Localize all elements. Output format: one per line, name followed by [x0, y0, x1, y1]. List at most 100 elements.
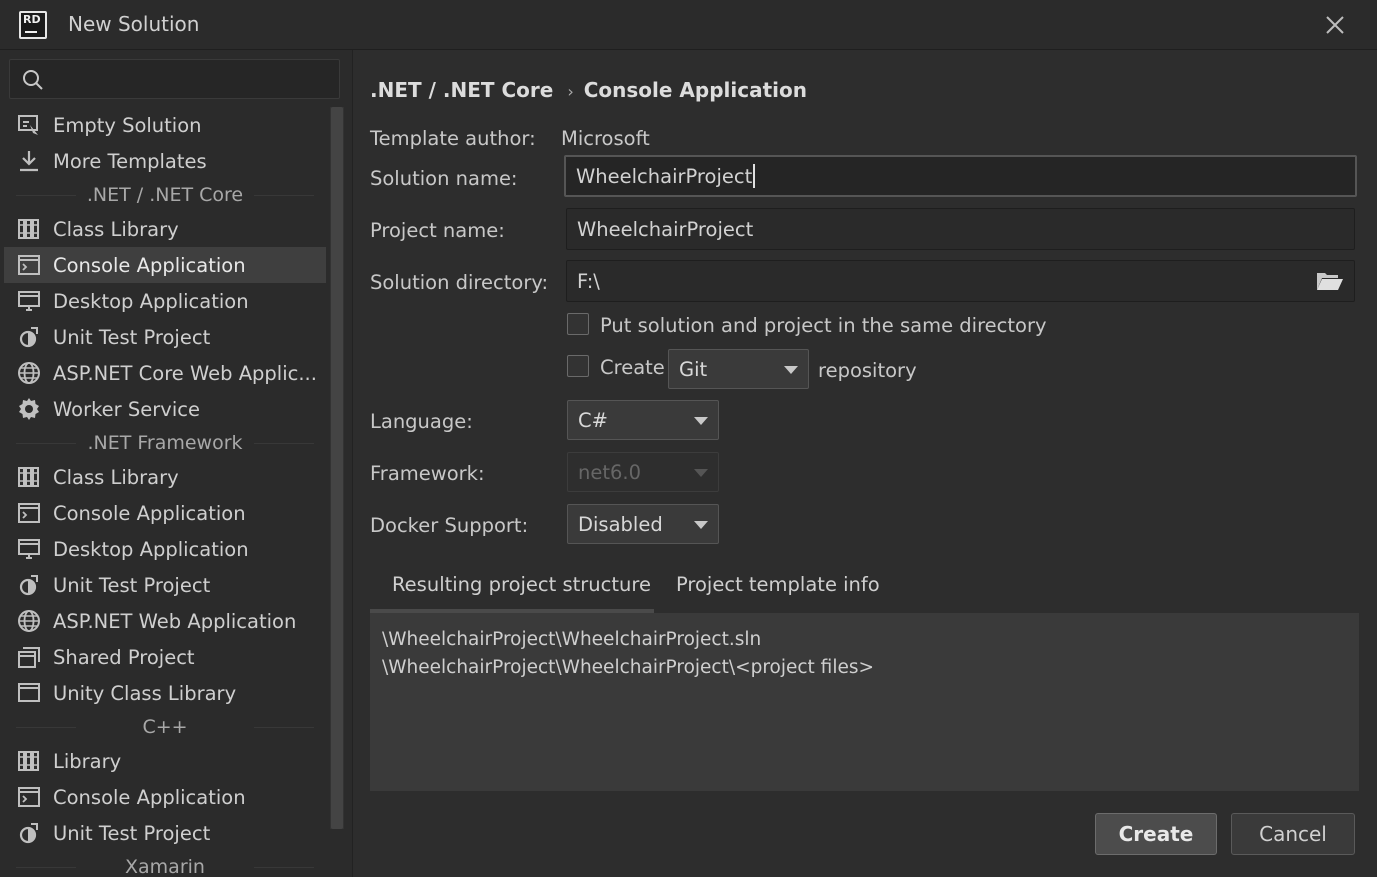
sidebar-item-more-templates[interactable]: More Templates	[4, 143, 326, 179]
sidebar-item-class-library[interactable]: Class Library	[4, 459, 326, 495]
template-sidebar: Empty Solution More Templates .NET / .NET …	[0, 50, 353, 877]
close-icon[interactable]	[1318, 8, 1352, 42]
language-value: C#	[578, 408, 608, 432]
sidebar-item-label: Console Application	[53, 253, 246, 277]
sidebar-item-empty-solution[interactable]: Empty Solution	[4, 107, 326, 143]
sidebar-item-label: Unity Class Library	[53, 681, 237, 705]
language-label: Language:	[370, 410, 473, 433]
sidebar-item-worker-service[interactable]: Worker Service	[4, 391, 326, 427]
solution-name-field[interactable]: WheelchairProject	[564, 155, 1357, 197]
chevron-down-icon	[784, 366, 798, 374]
sidebar-item-label: Unit Test Project	[53, 821, 211, 845]
sidebar-item-unit-test-project[interactable]: Unit Test Project	[4, 567, 326, 603]
window-title: New Solution	[68, 12, 200, 36]
window-icon	[16, 680, 42, 706]
sidebar-item-label: Empty Solution	[53, 113, 202, 137]
same-directory-checkbox[interactable]	[567, 313, 589, 335]
project-structure-panel: \WheelchairProject\WheelchairProject.sln…	[370, 613, 1359, 791]
search-box[interactable]	[9, 59, 340, 99]
vcs-dropdown[interactable]: Git	[668, 349, 809, 389]
create-repo-label: Create	[600, 356, 665, 379]
download-icon	[16, 148, 42, 174]
sidebar-item-asp-net-web-application[interactable]: ASP.NET Web Application	[4, 603, 326, 639]
chevron-down-icon	[694, 417, 708, 425]
docker-support-label: Docker Support:	[370, 514, 529, 537]
title-bar: RD New Solution	[0, 0, 1377, 50]
breadcrumb-parent: .NET / .NET Core	[370, 78, 554, 102]
group-header: .NET Framework	[4, 427, 326, 459]
unit-test-icon	[16, 324, 42, 350]
group-header-label: C++	[136, 716, 194, 738]
template-author-label: Template author:	[370, 127, 536, 150]
sidebar-item-label: Desktop Application	[53, 537, 249, 561]
sidebar-item-desktop-application[interactable]: Desktop Application	[4, 283, 326, 319]
sidebar-item-console-application[interactable]: Console Application	[4, 247, 326, 283]
sidebar-item-label: Worker Service	[53, 397, 200, 421]
tab-template-info[interactable]: Project template info	[676, 573, 880, 596]
desktop-icon	[16, 536, 42, 562]
framework-dropdown: net6.0	[567, 452, 719, 492]
solution-name-label: Solution name:	[370, 167, 518, 190]
chevron-down-icon	[694, 469, 708, 477]
cancel-button[interactable]: Cancel	[1231, 813, 1355, 855]
sidebar-item-label: Unit Test Project	[53, 325, 211, 349]
sidebar-item-label: Class Library	[53, 465, 179, 489]
sidebar-item-console-application[interactable]: Console Application	[4, 495, 326, 531]
language-dropdown[interactable]: C#	[567, 400, 719, 440]
unit-test-icon	[16, 820, 42, 846]
breadcrumb-separator: ›	[567, 82, 574, 101]
sidebar-scrollbar[interactable]	[330, 107, 344, 829]
globe-icon	[16, 360, 42, 386]
console-icon	[16, 500, 42, 526]
docker-support-value: Disabled	[578, 512, 663, 536]
rider-logo-icon: RD	[19, 11, 47, 39]
repository-label: repository	[818, 359, 917, 382]
console-icon	[16, 252, 42, 278]
group-header: C++	[4, 711, 326, 743]
template-author-value: Microsoft	[561, 127, 650, 150]
create-repo-checkbox[interactable]	[567, 355, 589, 377]
project-name-label: Project name:	[370, 219, 505, 242]
tab-resulting-structure[interactable]: Resulting project structure	[392, 573, 651, 596]
class-library-icon	[16, 748, 42, 774]
sidebar-item-label: Desktop Application	[53, 289, 249, 313]
solution-directory-label: Solution directory:	[370, 271, 549, 294]
sidebar-item-label: Library	[53, 749, 122, 773]
framework-value: net6.0	[578, 460, 642, 484]
breadcrumb: .NET / .NET Core › Console Application	[370, 78, 807, 102]
template-list: Empty Solution More Templates .NET / .NET …	[0, 107, 330, 877]
sidebar-item-label: Console Application	[53, 785, 246, 809]
sidebar-item-label: Shared Project	[53, 645, 195, 669]
sidebar-item-library[interactable]: Library	[4, 743, 326, 779]
logo-text: RD	[23, 13, 41, 26]
shared-project-icon	[16, 644, 42, 670]
group-header: .NET / .NET Core	[4, 179, 326, 211]
unit-test-icon	[16, 572, 42, 598]
search-input[interactable]	[50, 64, 330, 94]
docker-support-dropdown[interactable]: Disabled	[567, 504, 719, 544]
sidebar-item-label: Unit Test Project	[53, 573, 211, 597]
project-name-value: WheelchairProject	[577, 217, 754, 241]
sidebar-item-shared-project[interactable]: Shared Project	[4, 639, 326, 675]
solution-directory-field[interactable]: F:\	[566, 260, 1355, 302]
sidebar-item-console-application[interactable]: Console Application	[4, 779, 326, 815]
empty-solution-icon	[16, 112, 42, 138]
sidebar-item-desktop-application[interactable]: Desktop Application	[4, 531, 326, 567]
project-name-field[interactable]: WheelchairProject	[566, 208, 1355, 250]
sidebar-item-unit-test-project[interactable]: Unit Test Project	[4, 319, 326, 355]
vcs-value: Git	[679, 357, 708, 381]
group-header-label: .NET Framework	[81, 432, 249, 454]
sidebar-item-unity-class-library[interactable]: Unity Class Library	[4, 675, 326, 711]
search-icon	[23, 70, 43, 90]
group-header-label: Xamarin	[119, 856, 211, 877]
class-library-icon	[16, 464, 42, 490]
main-panel: .NET / .NET Core › Console Application Tem…	[353, 50, 1377, 877]
folder-open-icon[interactable]	[1316, 270, 1344, 292]
create-button[interactable]: Create	[1095, 813, 1217, 855]
scrollbar-thumb[interactable]	[331, 107, 343, 829]
sidebar-item-unit-test-project[interactable]: Unit Test Project	[4, 815, 326, 851]
sidebar-item-label: ASP.NET Core Web Applic...	[53, 361, 317, 385]
sidebar-item-asp-net-core-web-applic[interactable]: ASP.NET Core Web Applic...	[4, 355, 326, 391]
sidebar-item-class-library[interactable]: Class Library	[4, 211, 326, 247]
globe-icon	[16, 608, 42, 634]
